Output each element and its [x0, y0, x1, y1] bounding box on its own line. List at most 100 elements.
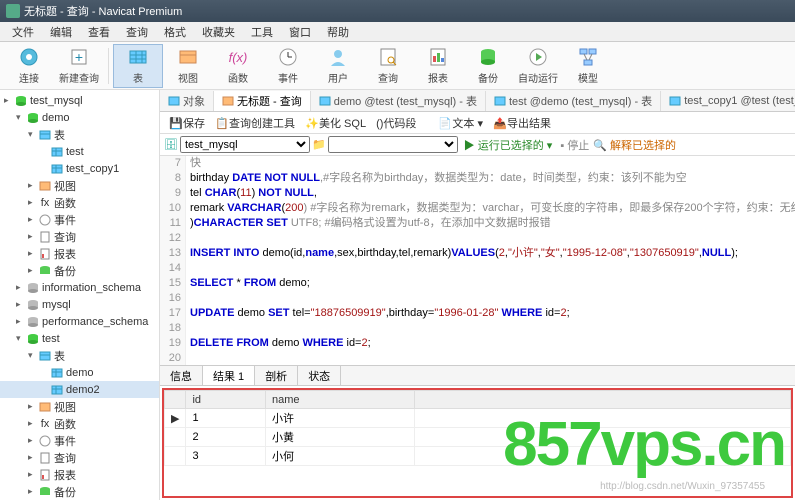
text-dropdown-button[interactable]: 📄文本 ▾ — [433, 114, 488, 132]
result-tab-状态[interactable]: 状态 — [298, 366, 341, 385]
toolbar-user[interactable]: 用户 — [313, 44, 363, 88]
column-id[interactable]: id — [186, 391, 266, 409]
tree-item-demo2[interactable]: demo2 — [0, 381, 159, 398]
view-icon — [38, 180, 52, 192]
tree-toggle-icon[interactable]: ▸ — [16, 299, 26, 310]
result-grid[interactable]: idname▶1小许2小黄3小何 — [162, 388, 793, 498]
stop-button[interactable]: ▪ 停止 — [556, 137, 593, 153]
result-tab-剖析[interactable]: 剖析 — [255, 366, 298, 385]
schema-select[interactable] — [328, 136, 458, 153]
toolbar-view[interactable]: 视图 — [163, 44, 213, 88]
toolbar-auto[interactable]: 自动运行 — [513, 44, 563, 88]
toolbar-model[interactable]: 模型 — [563, 44, 613, 88]
toolbar-event[interactable]: 事件 — [263, 44, 313, 88]
toolbar-report[interactable]: 报表 — [413, 44, 463, 88]
sql-editor[interactable]: 7891011121314151617181920212223 快birthda… — [160, 156, 795, 365]
tree-item-查询[interactable]: ▸查询 — [0, 449, 159, 466]
result-tab-结果 1[interactable]: 结果 1 — [203, 366, 255, 385]
result-row[interactable]: ▶1小许 — [165, 409, 791, 428]
result-row[interactable]: 2小黄 — [165, 428, 791, 447]
beautify-sql-button[interactable]: ✨美化 SQL — [300, 114, 371, 132]
tree-toggle-icon[interactable]: ▸ — [28, 231, 38, 242]
menu-帮助[interactable]: 帮助 — [319, 22, 357, 42]
tree-toggle-icon[interactable]: ▸ — [28, 469, 38, 480]
tree-item-查询[interactable]: ▸查询 — [0, 228, 159, 245]
result-row[interactable]: 3小何 — [165, 447, 791, 466]
tab-无标题 - 查询[interactable]: 无标题 - 查询 — [214, 91, 311, 111]
toolbar-backup[interactable]: 备份 — [463, 44, 513, 88]
db-off-icon — [26, 299, 40, 311]
tree-toggle-icon[interactable]: ▸ — [28, 248, 38, 259]
tree-item-报表[interactable]: ▸报表 — [0, 466, 159, 483]
tree-item-test_copy1[interactable]: test_copy1 — [0, 160, 159, 177]
tree-item-performance_schema[interactable]: ▸performance_schema — [0, 313, 159, 330]
tree-item-事件[interactable]: ▸事件 — [0, 211, 159, 228]
tree-toggle-icon[interactable]: ▸ — [28, 401, 38, 412]
tree-item-information_schema[interactable]: ▸information_schema — [0, 279, 159, 296]
toolbar-newquery[interactable]: +新建查询 — [54, 44, 104, 88]
menu-文件[interactable]: 文件 — [4, 22, 42, 42]
export-button[interactable]: 📤导出结果 — [488, 114, 556, 132]
menu-收藏夹[interactable]: 收藏夹 — [194, 22, 243, 42]
tree-toggle-icon[interactable]: ▾ — [16, 333, 26, 344]
tree-toggle-icon[interactable]: ▸ — [28, 418, 38, 429]
tree-item-test[interactable]: ▾test — [0, 330, 159, 347]
tree-item-函数[interactable]: ▸fx函数 — [0, 194, 159, 211]
table-icon — [50, 146, 64, 158]
tree-toggle-icon[interactable]: ▸ — [28, 265, 38, 276]
code-area[interactable]: 快birthday DATE NOT NULL,#字段名称为birthday，数… — [186, 156, 795, 365]
tree-item-备份[interactable]: ▸备份 — [0, 483, 159, 500]
result-tab-信息[interactable]: 信息 — [160, 366, 203, 385]
tree-toggle-icon[interactable]: ▸ — [28, 435, 38, 446]
tree-item-报表[interactable]: ▸报表 — [0, 245, 159, 262]
menu-窗口[interactable]: 窗口 — [281, 22, 319, 42]
connection-tree[interactable]: ▸test_mysql▾demo▾表testtest_copy1▸视图▸fx函数… — [0, 90, 160, 500]
tree-item-mysql[interactable]: ▸mysql — [0, 296, 159, 313]
tree-item-视图[interactable]: ▸视图 — [0, 177, 159, 194]
export-icon: 📤 — [493, 117, 505, 129]
toolbar-query[interactable]: 查询 — [363, 44, 413, 88]
tree-item-demo[interactable]: ▾demo — [0, 109, 159, 126]
toolbar-connect[interactable]: 连接 — [4, 44, 54, 88]
menu-查询[interactable]: 查询 — [118, 22, 156, 42]
tree-item-函数[interactable]: ▸fx函数 — [0, 415, 159, 432]
tree-item-test[interactable]: test — [0, 143, 159, 160]
tree-item-表[interactable]: ▾表 — [0, 347, 159, 364]
tree-item-test_mysql[interactable]: ▸test_mysql — [0, 92, 159, 109]
column-name[interactable]: name — [265, 391, 414, 409]
tree-toggle-icon[interactable]: ▸ — [28, 486, 38, 497]
tree-toggle-icon[interactable]: ▸ — [4, 95, 14, 106]
tab-对象[interactable]: 对象 — [160, 91, 214, 111]
run-selected-button[interactable]: ▶ 运行已选择的 ▾ — [460, 137, 557, 153]
tree-item-视图[interactable]: ▸视图 — [0, 398, 159, 415]
tab-test @demo (test_mysql) - 表[interactable]: test @demo (test_mysql) - 表 — [486, 91, 661, 111]
tree-item-事件[interactable]: ▸事件 — [0, 432, 159, 449]
menu-查看[interactable]: 查看 — [80, 22, 118, 42]
tree-toggle-icon[interactable]: ▸ — [28, 214, 38, 225]
tab-demo @test (test_mysql) - 表[interactable]: demo @test (test_mysql) - 表 — [311, 91, 486, 111]
tree-toggle-icon[interactable]: ▾ — [16, 112, 26, 123]
tree-toggle-icon[interactable]: ▾ — [28, 129, 38, 140]
explain-selected-button[interactable]: 🔍 解释已选择的 — [593, 137, 676, 153]
tab-test_copy1 @test (test_mys[interactable]: test_copy1 @test (test_mys — [661, 93, 795, 109]
connection-select[interactable]: test_mysql — [180, 136, 310, 153]
connection-row: 🗄 test_mysql 📁 ▶ 运行已选择的 ▾ ▪ 停止 🔍 解释已选择的 — [160, 134, 795, 156]
tree-toggle-icon[interactable]: ▸ — [28, 452, 38, 463]
snippet-button[interactable]: ()代码段 — [371, 114, 421, 132]
tree-toggle-icon[interactable]: ▸ — [16, 316, 26, 327]
toolbar-fx[interactable]: f(x)函数 — [213, 44, 263, 88]
menu-格式[interactable]: 格式 — [156, 22, 194, 42]
menu-工具[interactable]: 工具 — [243, 22, 281, 42]
menu-编辑[interactable]: 编辑 — [42, 22, 80, 42]
event-icon — [38, 435, 52, 447]
tree-item-demo[interactable]: demo — [0, 364, 159, 381]
tree-toggle-icon[interactable]: ▾ — [28, 350, 38, 361]
save-button[interactable]: 💾保存 — [164, 114, 210, 132]
tree-toggle-icon[interactable]: ▸ — [28, 180, 38, 191]
tree-item-表[interactable]: ▾表 — [0, 126, 159, 143]
tree-item-备份[interactable]: ▸备份 — [0, 262, 159, 279]
tree-toggle-icon[interactable]: ▸ — [28, 197, 38, 208]
tree-toggle-icon[interactable]: ▸ — [16, 282, 26, 293]
toolbar-table[interactable]: 表 — [113, 44, 163, 88]
query-builder-button[interactable]: 📋查询创建工具 — [210, 114, 300, 132]
